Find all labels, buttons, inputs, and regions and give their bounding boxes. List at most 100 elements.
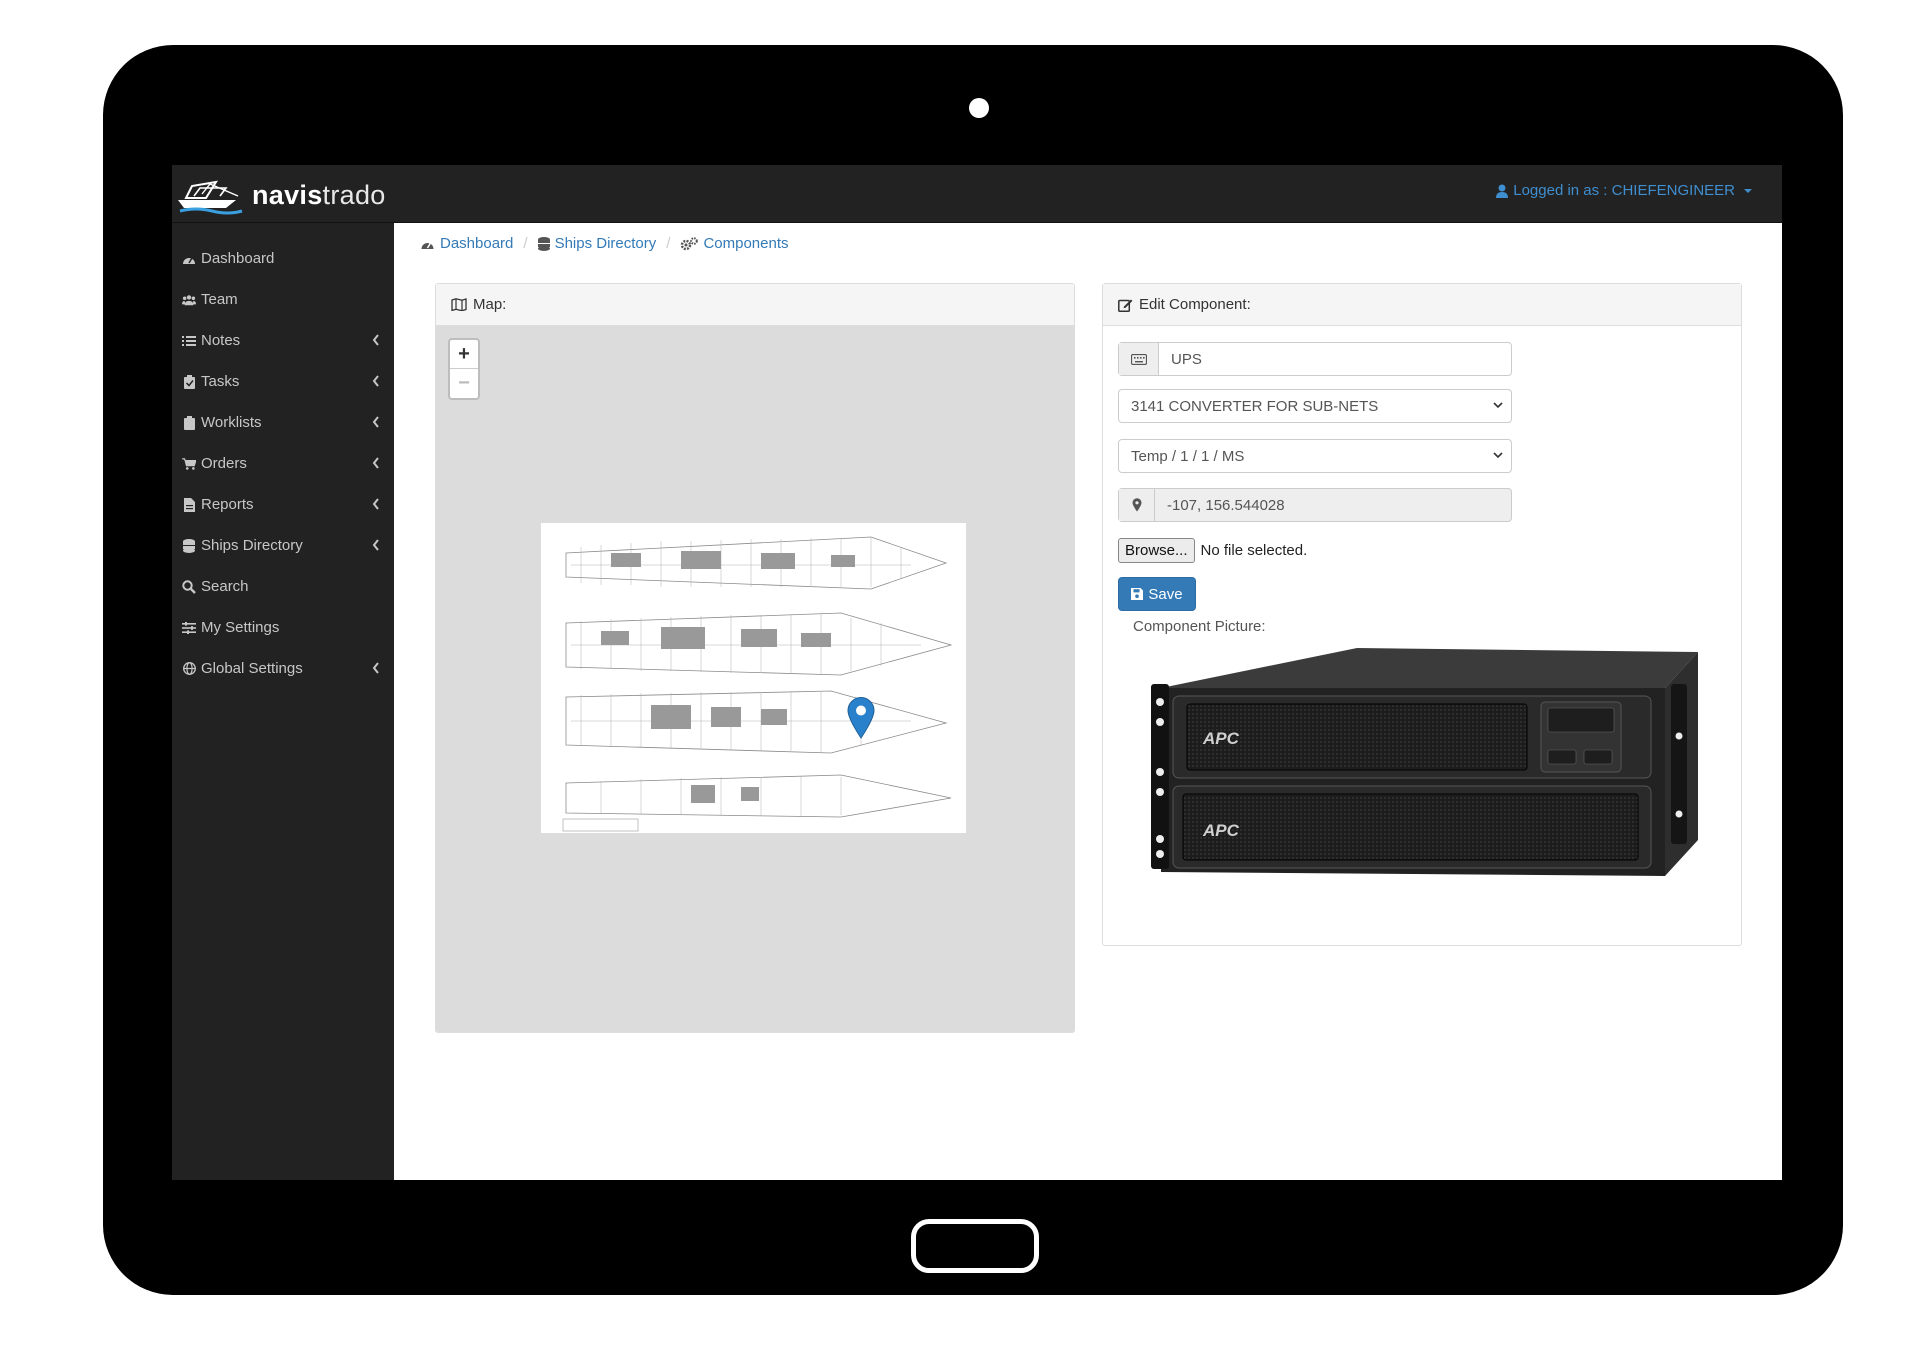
chevron-down-icon — [1493, 402, 1503, 409]
map-marker-icon[interactable] — [847, 697, 875, 739]
user-icon — [1496, 184, 1509, 198]
component-picture-label: Component Picture: — [1133, 618, 1266, 635]
users-icon — [182, 293, 196, 307]
sidebar-item-tasks[interactable]: Tasks — [172, 361, 394, 402]
main-content: Dashboard / Ships Directory / Components… — [394, 223, 1782, 1180]
chevron-left-icon — [372, 457, 379, 469]
sidebar-item-label: Search — [201, 578, 249, 595]
chevron-left-icon — [372, 498, 379, 510]
ship-logo-icon — [178, 180, 243, 215]
zoom-out-button[interactable]: − — [450, 369, 478, 398]
breadcrumb-components[interactable]: Components — [680, 235, 789, 252]
edit-icon — [1118, 299, 1133, 312]
component-name-value: UPS — [1171, 350, 1202, 368]
clipboard-icon — [182, 415, 196, 430]
clipboard-check-icon — [182, 374, 196, 389]
location-value: Temp / 1 / 1 / MS — [1131, 447, 1245, 465]
save-button[interactable]: Save — [1118, 577, 1196, 611]
sidebar: Dashboard Team Notes Tasks Worklists Ord… — [172, 223, 394, 1180]
breadcrumb-ships-directory[interactable]: Ships Directory — [537, 235, 657, 252]
apc-logo-top: APC — [1202, 729, 1240, 748]
brand-name-bold: navis — [252, 179, 323, 210]
user-label: Logged in as : CHIEFENGINEER — [1513, 182, 1735, 199]
sidebar-item-label: Global Settings — [201, 660, 303, 677]
breadcrumb-dashboard[interactable]: Dashboard — [420, 235, 513, 252]
coordinates-field: -107, 156.544028 — [1118, 488, 1512, 522]
file-status: No file selected. — [1200, 542, 1308, 559]
database-icon — [182, 538, 196, 553]
sidebar-item-label: Notes — [201, 332, 241, 349]
browse-button[interactable]: Browse... — [1118, 538, 1195, 563]
breadcrumb-separator: / — [666, 235, 671, 252]
sidebar-item-label: Worklists — [201, 414, 262, 431]
top-navbar: navistrado Logged in as : CHIEFENGINEER — [172, 165, 1782, 223]
map-panel: Map: + − — [435, 283, 1075, 1033]
coordinates-value: -107, 156.544028 — [1167, 496, 1285, 514]
brand-name-light: trado — [322, 179, 386, 210]
chevron-left-icon — [372, 334, 379, 346]
sidebar-item-label: Team — [201, 291, 238, 308]
deck-plan-image — [541, 523, 966, 833]
home-button[interactable] — [911, 1219, 1039, 1273]
zoom-control: + − — [448, 338, 480, 400]
edit-panel-title: Edit Component: — [1139, 296, 1251, 313]
sidebar-item-team[interactable]: Team — [172, 279, 394, 320]
database-icon — [537, 236, 550, 251]
breadcrumb-label: Components — [703, 235, 789, 252]
sidebar-item-global-settings[interactable]: Global Settings — [172, 648, 394, 689]
cart-icon — [182, 457, 196, 471]
map-marker-icon — [1119, 489, 1155, 521]
chevron-left-icon — [372, 539, 379, 551]
map-panel-heading: Map: — [436, 284, 1074, 326]
sidebar-item-my-settings[interactable]: My Settings — [172, 607, 394, 648]
sidebar-item-label: Orders — [201, 455, 247, 472]
sidebar-item-label: Ships Directory — [201, 537, 303, 554]
app-screen: navistrado Logged in as : CHIEFENGINEER … — [172, 165, 1782, 1180]
keyboard-icon — [1119, 343, 1159, 375]
sidebar-item-ships-directory[interactable]: Ships Directory — [172, 525, 394, 566]
dashboard-icon — [182, 252, 196, 266]
sidebar-item-label: My Settings — [201, 619, 280, 636]
dashboard-icon — [421, 242, 434, 249]
breadcrumb-separator: / — [523, 235, 528, 252]
zoom-in-button[interactable]: + — [450, 340, 478, 369]
save-icon — [1131, 588, 1144, 600]
file-upload: Browse... No file selected. — [1118, 538, 1307, 563]
chevron-left-icon — [372, 375, 379, 387]
location-select[interactable]: Temp / 1 / 1 / MS — [1118, 439, 1512, 473]
sidebar-item-search[interactable]: Search — [172, 566, 394, 607]
edit-component-panel: Edit Component: UPS 3141 CONVERTER FOR S… — [1102, 283, 1742, 946]
category-value: 3141 CONVERTER FOR SUB-NETS — [1131, 397, 1379, 415]
brand-name: navistrado — [252, 180, 386, 211]
sidebar-item-label: Reports — [201, 496, 254, 513]
component-name-field[interactable]: UPS — [1118, 342, 1512, 376]
sliders-icon — [182, 621, 196, 635]
file-icon — [182, 497, 196, 512]
breadcrumb: Dashboard / Ships Directory / Components — [420, 235, 789, 252]
breadcrumb-label: Dashboard — [440, 235, 514, 252]
save-label: Save — [1148, 585, 1183, 603]
edit-panel-heading: Edit Component: — [1103, 284, 1741, 326]
sidebar-item-worklists[interactable]: Worklists — [172, 402, 394, 443]
apc-logo-bottom: APC — [1202, 821, 1240, 840]
chevron-left-icon — [372, 416, 379, 428]
user-menu[interactable]: Logged in as : CHIEFENGINEER — [1496, 182, 1752, 199]
sidebar-item-reports[interactable]: Reports — [172, 484, 394, 525]
globe-icon — [182, 662, 196, 676]
camera-icon — [969, 98, 989, 118]
search-icon — [182, 579, 196, 594]
map-icon — [451, 298, 467, 311]
brand-logo[interactable]: navistrado — [176, 173, 386, 217]
breadcrumb-label: Ships Directory — [554, 235, 657, 252]
sidebar-item-label: Tasks — [201, 373, 240, 390]
component-picture: APC APC — [1143, 644, 1703, 894]
sidebar-item-orders[interactable]: Orders — [172, 443, 394, 484]
chevron-left-icon — [372, 662, 379, 674]
map-viewport[interactable]: + − — [436, 326, 1074, 1032]
sidebar-item-notes[interactable]: Notes — [172, 320, 394, 361]
list-icon — [182, 334, 196, 348]
category-select[interactable]: 3141 CONVERTER FOR SUB-NETS — [1118, 389, 1512, 423]
sidebar-item-dashboard[interactable]: Dashboard — [172, 238, 394, 279]
cogs-icon — [681, 236, 699, 250]
chevron-down-icon — [1493, 452, 1503, 459]
